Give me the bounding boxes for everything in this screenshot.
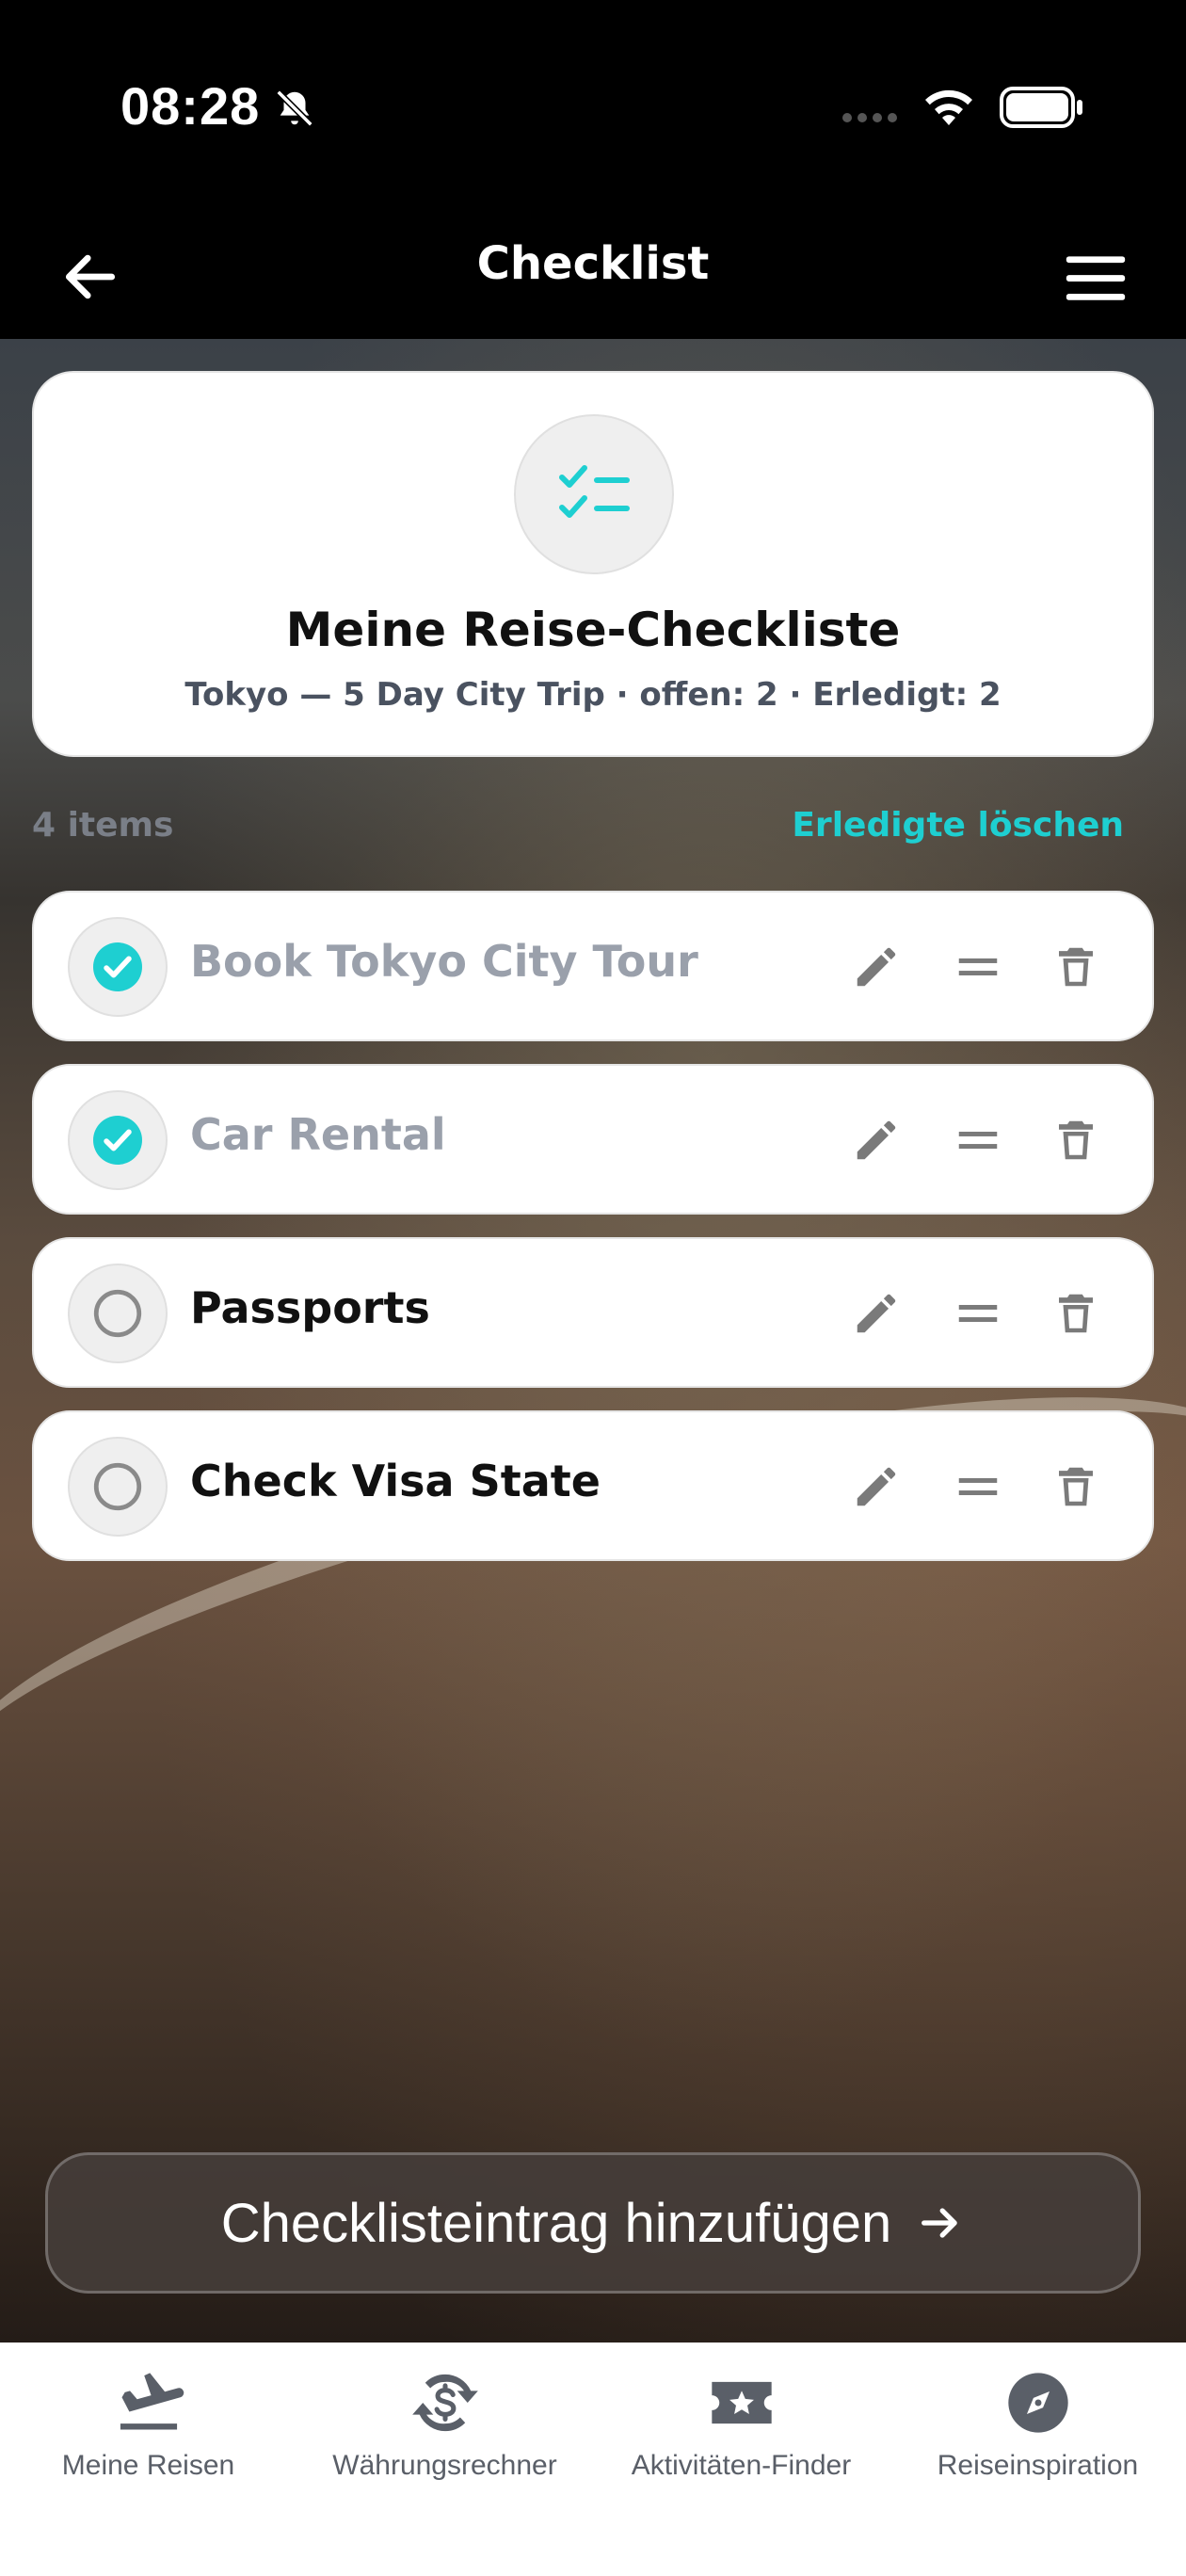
currency-exchange-icon bbox=[411, 2374, 478, 2432]
item-label: Check Visa State bbox=[190, 1456, 601, 1506]
item-checkbox[interactable] bbox=[68, 1090, 168, 1190]
compass-icon bbox=[1007, 2373, 1068, 2433]
item-label: Car Rental bbox=[190, 1109, 446, 1160]
checked-circle-icon bbox=[93, 942, 142, 991]
checklist-item[interactable]: Car Rental bbox=[32, 1064, 1154, 1215]
item-label: Passports bbox=[190, 1282, 430, 1333]
list-summary-bar: 4 items Erledigte löschen bbox=[32, 806, 1124, 853]
edit-pencil-icon[interactable] bbox=[851, 942, 902, 992]
tab-label: Reiseinspiration bbox=[937, 2450, 1139, 2481]
cellular-signal-icon bbox=[842, 113, 897, 122]
trash-icon[interactable] bbox=[1050, 1461, 1101, 1512]
arrow-right-icon bbox=[922, 2208, 958, 2238]
ticket-star-icon bbox=[711, 2381, 772, 2424]
page-title: Checklist bbox=[476, 237, 710, 290]
checked-circle-icon bbox=[93, 1116, 142, 1165]
shoreline-decoration bbox=[0, 1312, 1186, 1894]
hamburger-menu-icon[interactable] bbox=[1064, 249, 1128, 307]
drag-handle-icon[interactable] bbox=[953, 942, 1003, 992]
item-checkbox[interactable] bbox=[68, 917, 168, 1017]
checklist-item[interactable]: Check Visa State bbox=[32, 1410, 1154, 1561]
tab-label: Meine Reisen bbox=[61, 2450, 235, 2481]
clear-completed-button[interactable]: Erledigte löschen bbox=[792, 806, 1124, 845]
tab-label: Währungsrechner bbox=[332, 2450, 557, 2481]
trash-icon[interactable] bbox=[1050, 1288, 1101, 1339]
checklist-icon-badge bbox=[514, 414, 674, 574]
checklist-header-card: Meine Reise-Checkliste Tokyo — 5 Day Cit… bbox=[32, 371, 1154, 757]
item-label: Book Tokyo City Tour bbox=[190, 936, 698, 987]
checklist-item[interactable]: Book Tokyo City Tour bbox=[32, 891, 1154, 1041]
battery-icon bbox=[1000, 87, 1082, 128]
tab-meine-reisen[interactable]: Meine Reisen bbox=[0, 2367, 296, 2508]
unchecked-circle-icon bbox=[93, 1462, 142, 1511]
status-bar: 08:28 bbox=[0, 0, 1186, 217]
unchecked-circle-icon bbox=[93, 1289, 142, 1338]
tab-waehrungsrechner[interactable]: Währungsrechner bbox=[296, 2367, 593, 2508]
add-checklist-item-button[interactable]: Checklisteintrag hinzufügen bbox=[45, 2152, 1141, 2294]
bottom-tab-bar: Meine Reisen Währungsrechner Aktivitäten… bbox=[0, 2343, 1186, 2576]
item-count: 4 items bbox=[32, 806, 174, 845]
drag-handle-icon[interactable] bbox=[953, 1288, 1003, 1339]
checklist-title: Meine Reise-Checkliste bbox=[285, 603, 901, 657]
tab-aktivitaeten-finder[interactable]: Aktivitäten-Finder bbox=[593, 2367, 890, 2508]
tab-reiseinspiration[interactable]: Reiseinspiration bbox=[890, 2367, 1186, 2508]
bell-muted-icon bbox=[276, 89, 313, 127]
trash-icon[interactable] bbox=[1050, 942, 1101, 992]
checklist-subtitle: Tokyo — 5 Day City Trip · offen: 2 · Erl… bbox=[184, 676, 1002, 714]
edit-pencil-icon[interactable] bbox=[851, 1115, 902, 1166]
tab-label: Aktivitäten-Finder bbox=[631, 2450, 852, 2481]
trash-icon[interactable] bbox=[1050, 1115, 1101, 1166]
navigation-bar: Checklist bbox=[0, 217, 1186, 339]
drag-handle-icon[interactable] bbox=[953, 1461, 1003, 1512]
checklist-item[interactable]: Passports bbox=[32, 1237, 1154, 1388]
drag-handle-icon[interactable] bbox=[953, 1115, 1003, 1166]
add-button-label: Checklisteintrag hinzufügen bbox=[220, 2192, 892, 2254]
item-checkbox[interactable] bbox=[68, 1264, 168, 1363]
checklist-icon bbox=[559, 465, 630, 518]
plane-landing-icon bbox=[120, 2373, 184, 2430]
wifi-icon bbox=[925, 89, 972, 125]
edit-pencil-icon[interactable] bbox=[851, 1461, 902, 1512]
edit-pencil-icon[interactable] bbox=[851, 1288, 902, 1339]
status-time: 08:28 bbox=[120, 76, 261, 136]
item-checkbox[interactable] bbox=[68, 1437, 168, 1537]
